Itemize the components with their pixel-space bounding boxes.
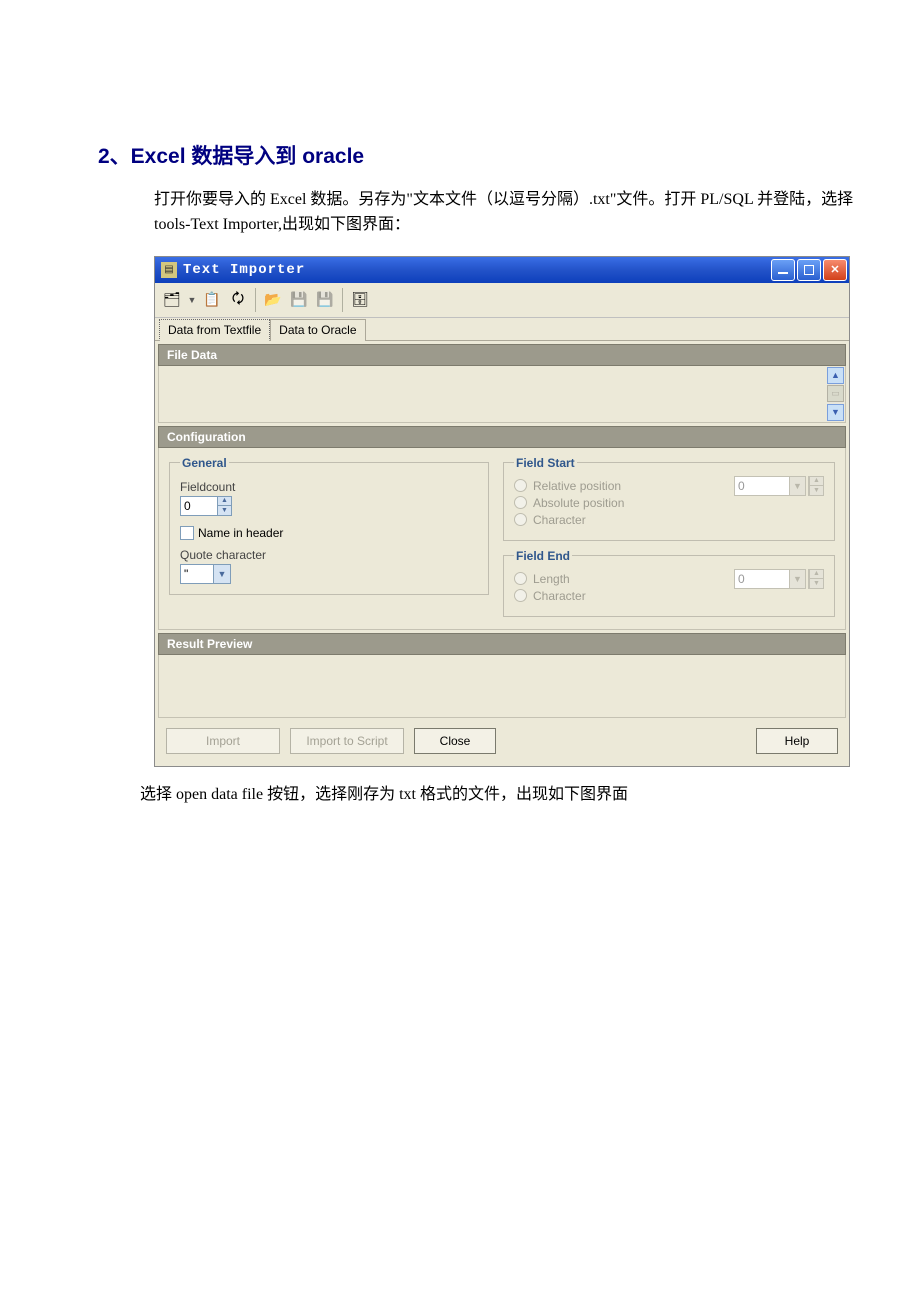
tab-data-from-textfile[interactable]: Data from Textfile [159, 319, 270, 341]
toolbar-dropdown-arrow[interactable]: ▼ [187, 289, 197, 311]
absolute-position-radio[interactable] [514, 496, 527, 509]
fieldend-fieldset: Field End Length Character ▼ [503, 549, 835, 617]
relative-position-label: Relative position [533, 479, 621, 493]
quote-character-label: Quote character [180, 548, 478, 562]
heading: 2、Excel 数据导入到 oracle [98, 140, 860, 170]
config-body: General Fieldcount ▲▼ Name in header Quo… [158, 448, 846, 630]
close-window-button[interactable]: ✕ [823, 259, 847, 281]
tab-data-to-oracle[interactable]: Data to Oracle [270, 319, 365, 341]
toolbar: 🗂 ▼ 📋 🗘 📂 💾 💾 🗄 [155, 283, 849, 318]
import-to-script-button[interactable]: Import to Script [290, 728, 404, 754]
app-icon: ▤ [161, 262, 177, 278]
fieldend-value-input[interactable] [735, 570, 789, 588]
character-start-radio[interactable] [514, 513, 527, 526]
filedata-body: ▲ ▭ ▼ [158, 366, 846, 423]
fieldstart-value-input[interactable] [735, 477, 789, 495]
intro-paragraph: 打开你要导入的 Excel 数据。另存为"文本文件（以逗号分隔）.txt"文件。… [154, 188, 860, 238]
result-preview-body [158, 655, 846, 718]
scroll-down-icon[interactable]: ▼ [827, 404, 844, 421]
config-header: Configuration [158, 426, 846, 448]
chevron-down-icon[interactable]: ▼ [213, 565, 230, 583]
fieldcount-stepper[interactable]: ▲▼ [180, 496, 232, 516]
fieldstart-legend: Field Start [514, 456, 577, 470]
maximize-button[interactable] [797, 259, 821, 281]
relative-position-radio[interactable] [514, 479, 527, 492]
fieldend-stepper[interactable]: ▲▼ [808, 569, 824, 589]
minimize-button[interactable] [771, 259, 795, 281]
name-in-header-checkbox[interactable]: Name in header [180, 526, 478, 540]
close-button[interactable]: Close [414, 728, 496, 754]
character-end-radio[interactable] [514, 589, 527, 602]
character-start-label: Character [533, 513, 586, 527]
spin-up-icon[interactable]: ▲ [809, 570, 823, 579]
quote-character-input[interactable] [181, 565, 213, 583]
toolbar-separator [255, 288, 256, 312]
fieldcount-input[interactable] [181, 497, 217, 515]
button-bar: Import Import to Script Close Help [158, 722, 846, 760]
titlebar: ▤ Text Importer ✕ [155, 257, 849, 283]
scroll-up-icon[interactable]: ▲ [827, 367, 844, 384]
fieldend-legend: Field End [514, 549, 572, 563]
fieldcount-label: Fieldcount [180, 480, 478, 494]
database-icon[interactable]: 🗄 [349, 289, 371, 311]
length-radio[interactable] [514, 572, 527, 585]
spin-up-icon[interactable]: ▲ [217, 497, 231, 506]
result-preview-header: Result Preview [158, 633, 846, 655]
general-fieldset: General Fieldcount ▲▼ Name in header Quo… [169, 456, 489, 595]
save-icon[interactable]: 💾 [288, 289, 310, 311]
fieldstart-stepper[interactable]: ▲▼ [808, 476, 824, 496]
fieldend-value-combo[interactable]: ▼ [734, 569, 806, 589]
scrollbar[interactable]: ▲ ▭ ▼ [827, 367, 844, 421]
toolbar-btn-1[interactable]: 🗂 [161, 289, 183, 311]
help-button[interactable]: Help [756, 728, 838, 754]
text-importer-window: ▤ Text Importer ✕ 🗂 ▼ 📋 🗘 📂 💾 💾 🗄 Data f… [154, 256, 850, 767]
toolbar-copy-icon[interactable]: 📋 [201, 289, 223, 311]
window-title: Text Importer [183, 262, 771, 278]
save-as-icon[interactable]: 💾 [314, 289, 336, 311]
length-label: Length [533, 572, 570, 586]
tabs: Data from Textfile Data to Oracle [155, 318, 849, 341]
character-end-label: Character [533, 589, 586, 603]
filedata-header: File Data [158, 344, 846, 366]
chevron-down-icon[interactable]: ▼ [789, 570, 805, 588]
fieldstart-value-combo[interactable]: ▼ [734, 476, 806, 496]
name-in-header-label: Name in header [198, 526, 283, 540]
import-button[interactable]: Import [166, 728, 280, 754]
chevron-down-icon[interactable]: ▼ [789, 477, 805, 495]
toolbar-refresh-icon[interactable]: 🗘 [227, 289, 249, 311]
outro-paragraph: 选择 open data file 按钮，选择刚存为 txt 格式的文件，出现如… [140, 783, 860, 808]
spin-down-icon[interactable]: ▼ [809, 578, 823, 588]
spin-up-icon[interactable]: ▲ [809, 477, 823, 486]
general-legend: General [180, 456, 229, 470]
absolute-position-label: Absolute position [533, 496, 624, 510]
spin-down-icon[interactable]: ▼ [809, 485, 823, 495]
quote-character-combo[interactable]: ▼ [180, 564, 231, 584]
fieldstart-fieldset: Field Start Relative position Absolute p… [503, 456, 835, 541]
open-file-icon[interactable]: 📂 [262, 289, 284, 311]
toolbar-separator-2 [342, 288, 343, 312]
scroll-thumb[interactable]: ▭ [827, 385, 844, 402]
spin-down-icon[interactable]: ▼ [217, 505, 231, 515]
